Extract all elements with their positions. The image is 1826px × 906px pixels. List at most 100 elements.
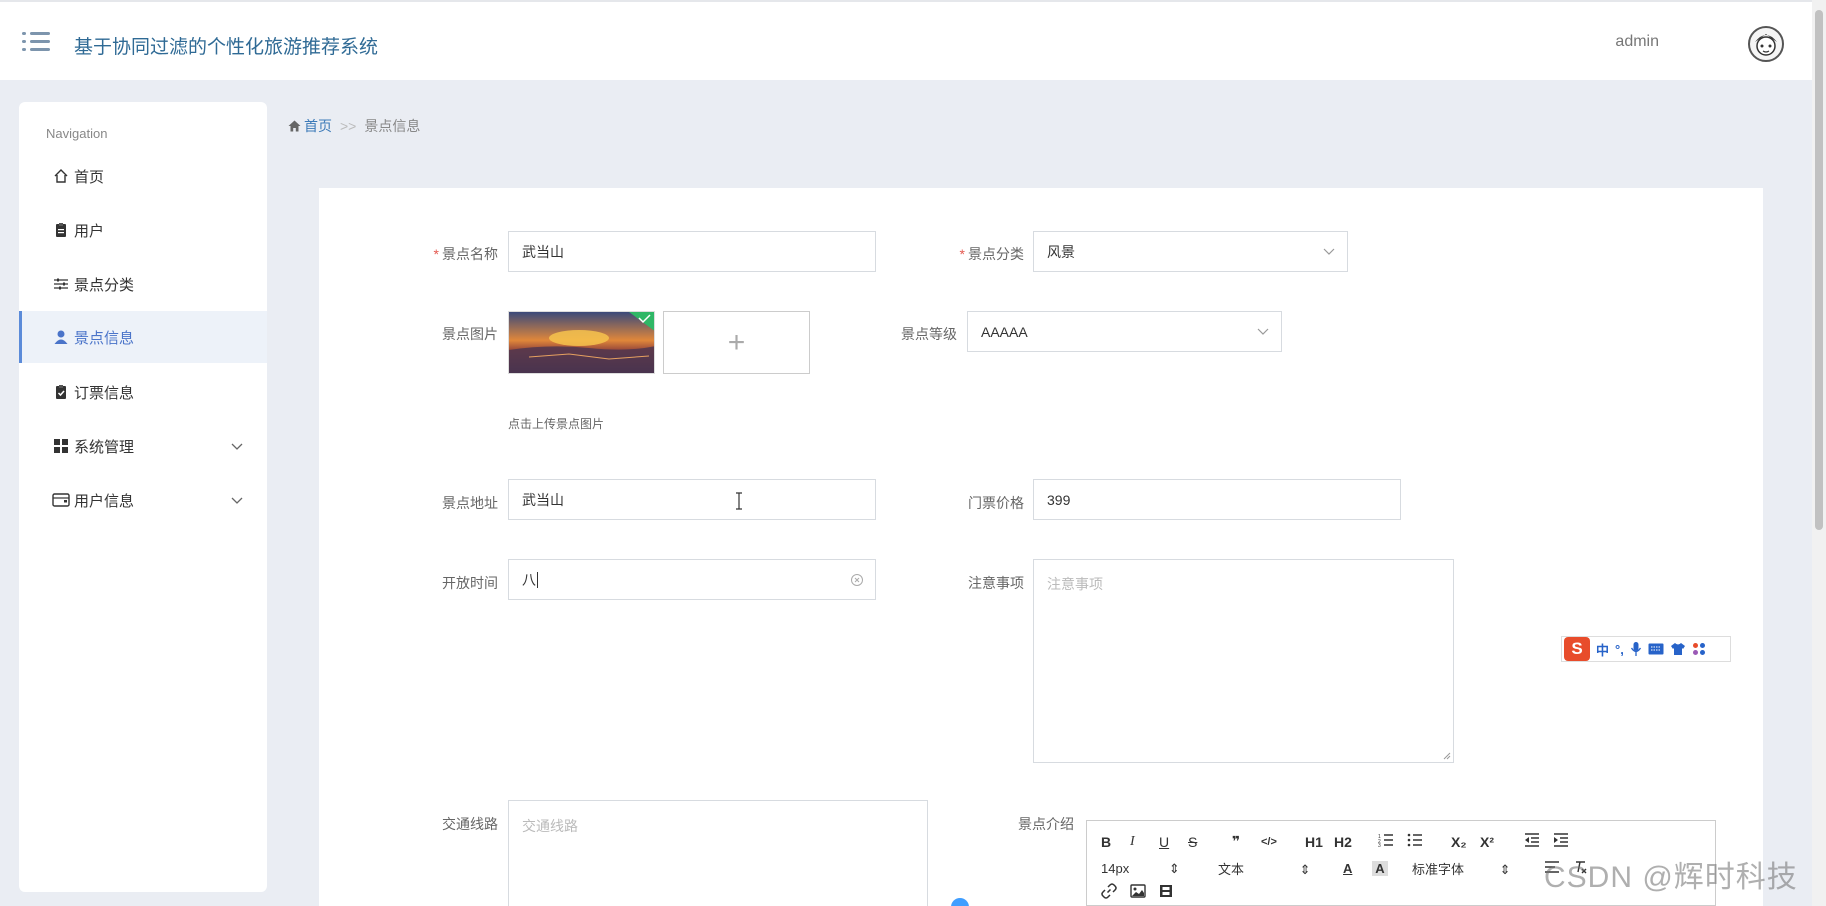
open-time-value: 八 xyxy=(522,571,536,588)
font-color-icon[interactable]: A xyxy=(1343,861,1372,876)
caret xyxy=(537,571,538,588)
spot-image-thumbnail[interactable] xyxy=(508,311,655,374)
superscript-button[interactable]: X² xyxy=(1480,834,1524,850)
skin-shirt-icon[interactable] xyxy=(1670,642,1686,656)
ime-language[interactable]: 中 xyxy=(1596,640,1609,659)
outdent-icon[interactable] xyxy=(1524,833,1553,850)
clear-icon[interactable] xyxy=(850,573,864,587)
top-bar: 基于协同过滤的个性化旅游推荐系统 admin xyxy=(0,0,1826,80)
name-input[interactable]: 武当山 xyxy=(508,231,876,272)
scroll-thumb[interactable] xyxy=(1815,10,1823,530)
address-value: 武当山 xyxy=(522,491,564,508)
image-icon[interactable] xyxy=(1130,884,1159,901)
punctuation-icon[interactable]: °, xyxy=(1615,642,1624,657)
category-label: * 景点分类 xyxy=(959,246,1024,262)
sidebar-item-users[interactable]: 用户 xyxy=(19,204,267,256)
sidebar-item-home[interactable]: 首页 xyxy=(19,150,267,202)
menu-toggle-icon[interactable] xyxy=(22,30,50,54)
address-input[interactable]: 武当山 xyxy=(508,479,876,520)
open-time-input[interactable]: 八 xyxy=(508,559,876,600)
watermark: CSDN @辉时科技 xyxy=(1544,861,1798,894)
underline-button[interactable]: U xyxy=(1159,834,1188,850)
sidebar-item-label: 系统管理 xyxy=(74,438,135,456)
intro-label: 景点介绍 xyxy=(1018,816,1074,832)
sidebar-item-label: 首页 xyxy=(74,168,105,186)
traffic-label: 交通线路 xyxy=(442,816,498,832)
resize-handle-icon[interactable] xyxy=(1443,752,1451,760)
svg-text:3: 3 xyxy=(1378,843,1381,847)
editor-toolbar-row1: B I U S ❞ </> H1 H2 123 X₂ X² xyxy=(1101,833,1582,850)
sidebar-item-spot-category[interactable]: 景点分类 xyxy=(19,258,267,310)
avatar[interactable] xyxy=(1748,26,1784,62)
video-icon[interactable] xyxy=(1159,884,1188,901)
keyboard-icon[interactable] xyxy=(1648,643,1664,655)
sidebar-item-spot-info[interactable]: 景点信息 xyxy=(19,311,267,363)
category-select[interactable]: 风景 xyxy=(1033,231,1348,272)
sidebar-item-label: 景点分类 xyxy=(74,276,135,294)
upload-hint: 点击上传景点图片 xyxy=(508,417,605,431)
sidebar-item-orders[interactable]: 订票信息 xyxy=(19,366,267,418)
form-card xyxy=(319,188,1763,906)
sidebar-item-label: 订票信息 xyxy=(74,384,135,402)
breadcrumb-home-label: 首页 xyxy=(304,118,332,134)
editor-toolbar-row3 xyxy=(1101,883,1188,902)
h2-button[interactable]: H2 xyxy=(1334,834,1378,850)
editor-toolbar-row2: 14px ⇕ 文本 ⇕ A A 标准字体 ⇕ xyxy=(1101,859,1593,878)
indent-icon[interactable] xyxy=(1553,833,1582,850)
breadcrumb-current: 景点信息 xyxy=(364,118,421,134)
sogou-logo-icon: S xyxy=(1564,637,1590,661)
sidebar-item-label: 用户信息 xyxy=(74,492,135,510)
blockquote-button[interactable]: ❞ xyxy=(1232,833,1261,850)
breadcrumb: 首页 >> 景点信息 xyxy=(288,116,420,136)
subscript-button[interactable]: X₂ xyxy=(1451,834,1480,850)
ordered-list-icon[interactable]: 123 xyxy=(1378,833,1407,850)
bullet-list-icon[interactable] xyxy=(1407,833,1451,850)
link-icon[interactable] xyxy=(1101,883,1130,902)
header-select[interactable]: 文本 ⇕ xyxy=(1218,859,1343,878)
font-family-select[interactable]: 标准字体 ⇕ xyxy=(1412,859,1544,878)
code-block-button[interactable]: </> xyxy=(1261,836,1305,848)
sidebar-item-label: 景点信息 xyxy=(74,329,135,347)
h1-button[interactable]: H1 xyxy=(1305,834,1334,850)
image-label: 景点图片 xyxy=(442,326,498,342)
traffic-placeholder: 交通线路 xyxy=(522,818,578,834)
level-value: AAAAA xyxy=(981,323,1028,340)
bold-button[interactable]: B xyxy=(1101,834,1130,850)
notice-label: 注意事项 xyxy=(968,575,1024,591)
chevron-down-icon xyxy=(231,492,243,509)
background-color-icon[interactable]: A xyxy=(1372,861,1388,876)
ime-toolbar[interactable]: S 中 °, xyxy=(1561,636,1731,662)
home-icon xyxy=(288,120,301,132)
microphone-icon[interactable] xyxy=(1630,641,1642,657)
clipboard-check-icon xyxy=(52,383,70,401)
wallet-icon xyxy=(52,491,70,509)
apps-icon[interactable] xyxy=(1692,642,1706,656)
chevron-down-icon xyxy=(1323,248,1335,255)
breadcrumb-home[interactable]: 首页 xyxy=(288,116,332,136)
notice-textarea[interactable]: 注意事项 xyxy=(1033,559,1454,763)
grid-icon xyxy=(52,437,70,455)
image-upload-button[interactable]: + xyxy=(663,311,810,374)
text-cursor-icon xyxy=(736,492,742,510)
page-scrollbar[interactable] xyxy=(1812,0,1826,906)
clipboard-icon xyxy=(52,221,70,239)
strike-button[interactable]: S xyxy=(1188,834,1232,850)
sidebar-item-user-info[interactable]: 用户信息 xyxy=(19,474,267,526)
address-label: 景点地址 xyxy=(442,495,498,511)
chevron-down-icon xyxy=(231,438,243,455)
breadcrumb-separator: >> xyxy=(340,118,357,134)
price-label: 门票价格 xyxy=(968,495,1024,511)
level-label: 景点等级 xyxy=(901,326,957,342)
open-time-label: 开放时间 xyxy=(442,575,498,591)
italic-button[interactable]: I xyxy=(1130,834,1159,850)
price-input[interactable]: 399 xyxy=(1033,479,1401,520)
username[interactable]: admin xyxy=(1615,33,1659,51)
sliders-icon xyxy=(52,275,70,293)
sidebar-item-system[interactable]: 系统管理 xyxy=(19,420,267,472)
font-size-select[interactable]: 14px ⇕ xyxy=(1101,861,1218,877)
nav-heading: Navigation xyxy=(46,126,108,141)
chevron-down-icon xyxy=(1257,328,1269,335)
traffic-textarea[interactable]: 交通线路 xyxy=(508,800,928,906)
level-select[interactable]: AAAAA xyxy=(967,311,1282,352)
category-value: 风景 xyxy=(1047,243,1075,260)
